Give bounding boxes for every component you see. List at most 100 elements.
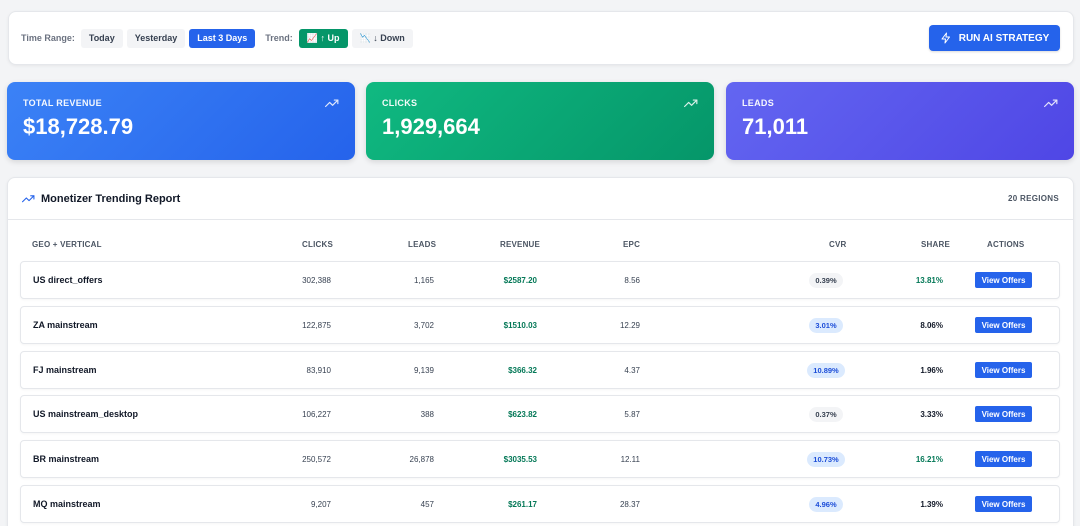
geo-vertical: US mainstream_desktop [33, 409, 139, 419]
trending-up-icon [22, 195, 35, 203]
lightning-icon [941, 32, 950, 44]
share-cell: 1.96% [920, 365, 943, 375]
trending-up-icon [684, 99, 698, 108]
epc-cell: 4.37 [624, 365, 640, 375]
revenue-cell: $261.17 [508, 499, 537, 509]
actions-cell: View Offers [975, 262, 1032, 298]
share-cell: 3.33% [920, 409, 943, 419]
epc-cell: 8.56 [624, 275, 640, 285]
cvr-cell: 10.73% [796, 441, 856, 477]
geo-vertical: ZA mainstream [33, 320, 98, 330]
geo-vertical: MQ mainstream [33, 499, 101, 509]
leads-cell: 1,165 [413, 275, 434, 285]
kpi-card-total-revenue: TOTAL REVENUE $18,728.79 [7, 82, 355, 160]
cvr-cell: 0.37% [796, 396, 856, 432]
time-yesterday-button[interactable]: Yesterday [126, 28, 186, 48]
actions-cell: View Offers [975, 441, 1032, 477]
epc-cell: 5.87 [624, 409, 640, 419]
actions-cell: View Offers [975, 307, 1032, 343]
share-cell: 16.21% [915, 454, 943, 464]
revenue-cell: $1510.03 [503, 320, 537, 330]
time-last-3-days-button[interactable]: Last 3 Days [189, 28, 256, 48]
cvr-badge: 10.73% [807, 451, 845, 467]
trending-report-panel: Monetizer Trending Report 20 REGIONS GEO… [7, 177, 1074, 526]
view-offers-button[interactable]: View Offers [975, 451, 1032, 467]
table-row: ZA mainstream 122,875 3,702 $1510.03 12.… [20, 306, 1060, 344]
kpi-value: 1,929,664 [382, 114, 480, 139]
run-ai-strategy-button[interactable]: RUN AI STRATEGY [929, 25, 1060, 51]
clicks-cell: 250,572 [302, 454, 331, 464]
actions-cell: View Offers [975, 352, 1032, 388]
revenue-cell: $3035.53 [503, 454, 537, 464]
actions-cell: View Offers [975, 486, 1032, 522]
geo-vertical: BR mainstream [33, 454, 100, 464]
leads-cell: 3,702 [413, 320, 434, 330]
col-header-revenue[interactable]: REVENUE [500, 240, 540, 249]
kpi-label: CLICKS [382, 98, 418, 108]
cvr-badge: 10.89% [807, 362, 845, 378]
cvr-badge: 0.39% [809, 272, 843, 288]
table-row: MQ mainstream 9,207 457 $261.17 28.37 4.… [20, 485, 1060, 523]
geo-vertical: FJ mainstream [33, 365, 97, 375]
col-header-actions: ACTIONS [987, 240, 1025, 249]
cvr-badge: 0.37% [809, 406, 843, 422]
leads-cell: 457 [420, 499, 434, 509]
col-header-leads[interactable]: LEADS [408, 240, 436, 249]
clicks-cell: 83,910 [306, 365, 331, 375]
share-cell: 8.06% [920, 320, 943, 330]
trending-up-icon [1044, 99, 1058, 108]
run-ai-strategy-label: RUN AI STRATEGY [958, 32, 1050, 44]
clicks-cell: 122,875 [302, 320, 331, 330]
leads-cell: 26,878 [409, 454, 434, 464]
cvr-badge: 3.01% [809, 317, 843, 333]
time-today-button[interactable]: Today [80, 28, 123, 48]
view-offers-button[interactable]: View Offers [975, 406, 1032, 422]
clicks-cell: 302,388 [302, 275, 331, 285]
kpi-label: LEADS [742, 98, 775, 108]
cvr-cell: 3.01% [796, 307, 856, 343]
cvr-cell: 0.39% [796, 262, 856, 298]
share-cell: 1.39% [920, 499, 943, 509]
kpi-value: $18,728.79 [23, 114, 134, 139]
trend-up-button[interactable]: 📈 ↑ Up [298, 28, 348, 48]
revenue-cell: $623.82 [508, 409, 537, 419]
kpi-value: 71,011 [742, 114, 809, 139]
table-row: FJ mainstream 83,910 9,139 $366.32 4.37 … [20, 351, 1060, 389]
report-header: Monetizer Trending Report 20 REGIONS [8, 178, 1073, 220]
trend-down-button[interactable]: 📉 ↓ Down [351, 28, 413, 48]
table-row: BR mainstream 250,572 26,878 $3035.53 12… [20, 440, 1060, 478]
view-offers-button[interactable]: View Offers [975, 317, 1032, 333]
leads-cell: 9,139 [413, 365, 434, 375]
table-row: US direct_offers 302,388 1,165 $2587.20 … [20, 261, 1060, 299]
trending-up-icon [325, 99, 339, 108]
region-count: 20 REGIONS [1007, 194, 1059, 203]
epc-cell: 12.29 [619, 320, 640, 330]
kpi-card-clicks: CLICKS 1,929,664 [366, 82, 714, 160]
clicks-cell: 106,227 [302, 409, 331, 419]
clicks-cell: 9,207 [310, 499, 331, 509]
filter-toolbar: Time Range: Today Yesterday Last 3 Days … [8, 11, 1074, 65]
epc-cell: 28.37 [619, 499, 640, 509]
epc-cell: 12.11 [620, 454, 640, 464]
view-offers-button[interactable]: View Offers [975, 496, 1032, 512]
cvr-badge: 4.96% [809, 496, 843, 512]
revenue-cell: $366.32 [508, 365, 537, 375]
cvr-cell: 4.96% [796, 486, 856, 522]
col-header-geo[interactable]: GEO + VERTICAL [32, 240, 102, 249]
share-cell: 13.81% [915, 275, 943, 285]
col-header-clicks[interactable]: CLICKS [302, 240, 333, 249]
view-offers-button[interactable]: View Offers [975, 272, 1032, 288]
kpi-label: TOTAL REVENUE [23, 98, 102, 108]
revenue-cell: $2587.20 [503, 275, 537, 285]
col-header-cvr[interactable]: CVR [829, 240, 847, 249]
col-header-epc[interactable]: EPC [623, 240, 640, 249]
kpi-card-leads: LEADS 71,011 [726, 82, 1074, 160]
view-offers-button[interactable]: View Offers [975, 362, 1032, 378]
cvr-cell: 10.89% [796, 352, 856, 388]
trend-label: Trend: [265, 33, 293, 43]
leads-cell: 388 [420, 409, 434, 419]
table-row: US mainstream_desktop 106,227 388 $623.8… [20, 395, 1060, 433]
col-header-share[interactable]: SHARE [921, 240, 950, 249]
actions-cell: View Offers [975, 396, 1032, 432]
time-range-label: Time Range: [21, 33, 75, 43]
